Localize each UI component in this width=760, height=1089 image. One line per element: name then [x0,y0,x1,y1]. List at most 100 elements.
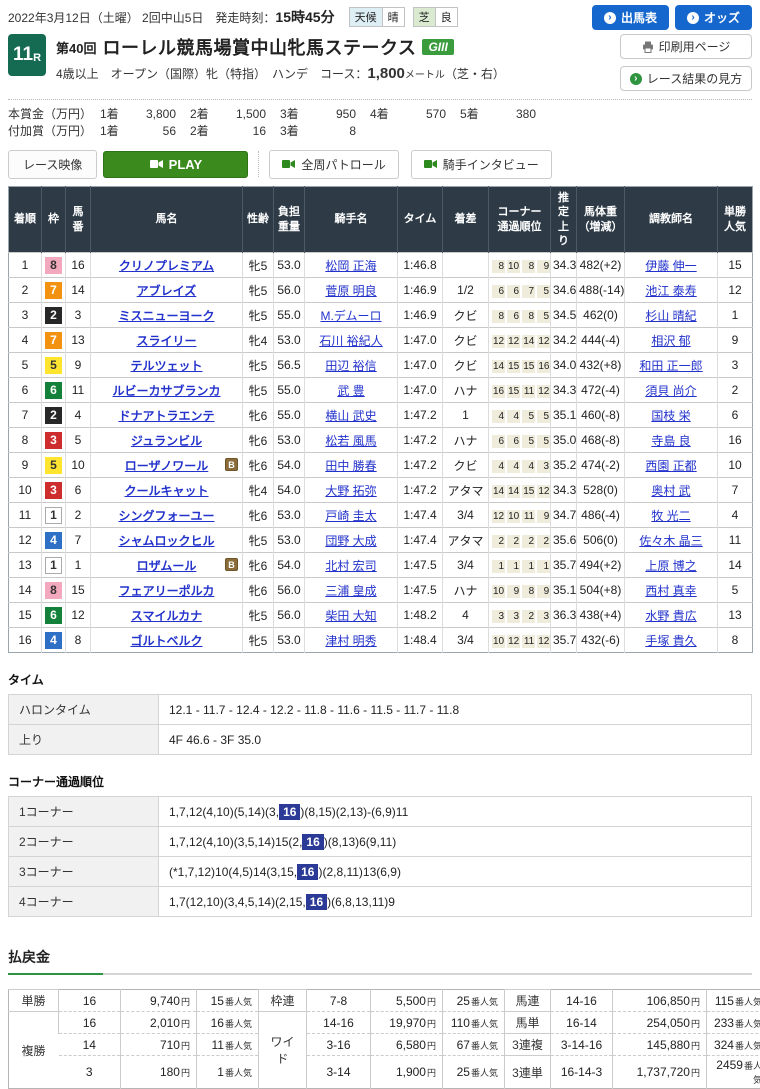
horse-name-link[interactable]: ミスニューヨーク [118,309,214,323]
horse-name-link[interactable]: ローザノワール [125,459,209,473]
jockey-link[interactable]: 田中 勝春 [325,459,376,473]
jockey-link[interactable]: 田辺 裕信 [325,359,376,373]
play-label: PLAY [169,157,202,172]
unit-suffix: 番人気 [735,1019,760,1029]
horse-number: 4 [66,403,91,428]
value: 1,900 [396,1065,426,1079]
horse-name-link[interactable]: スマイルカナ [131,609,202,623]
jockey-link[interactable]: 柴田 大知 [325,609,376,623]
bonus-prize-row: 付加賞（万円） 1着562着163着8 [8,123,752,140]
trainer-link[interactable]: 奥村 武 [651,484,690,498]
payout-popularity: 110番人気 [443,1012,505,1034]
jockey-link[interactable]: 津村 明秀 [325,634,376,648]
carried-weight: 56.0 [274,578,305,603]
horse-name-link[interactable]: ロザムール [137,559,197,573]
corner-position: 15 [507,360,520,373]
jockey-link[interactable]: 戸崎 圭太 [325,509,376,523]
jockey-link[interactable]: 松岡 正海 [325,259,376,273]
bet-type-label: 馬単 [505,1012,551,1034]
trainer-link[interactable]: 和田 正一郎 [639,359,702,373]
race-video-button[interactable]: レース映像 [8,150,97,179]
finish-time: 1:47.5 [398,553,443,578]
horse-name-link[interactable]: シングフォーユー [118,509,214,523]
trainer-link[interactable]: 水野 貴広 [645,609,696,623]
margin: ハナ [443,378,489,403]
jockey-cell: 田辺 裕信 [305,353,398,378]
horse-name-link[interactable]: ゴルトベルク [130,634,202,648]
horse-name-link[interactable]: クールキャット [124,484,208,498]
frame-badge: 1 [45,557,62,574]
payout-amount: 180円 [121,1056,197,1089]
trainer-link[interactable]: 手塚 貴久 [645,634,696,648]
print-page-button[interactable]: 印刷用ページ [620,34,752,59]
corner-positions: 10121112 [489,628,551,653]
horse-name-link[interactable]: クリノプレミアム [119,259,214,273]
payout-popularity: 11番人気 [197,1034,259,1056]
trainer-link[interactable]: 相沢 郁 [651,334,690,348]
horse-name-link[interactable]: アブレイズ [137,284,197,298]
jockey-link[interactable]: 松若 風馬 [325,434,376,448]
corner-row-value: (*1,7,12)10(4,5)14(3,15,16)(2,8,11)13(6,… [159,857,752,887]
value: 5,500 [396,994,426,1008]
trainer-link[interactable]: 上原 博之 [645,559,696,573]
trainer-link[interactable]: 国枝 栄 [651,409,690,423]
trainer-link[interactable]: 寺島 良 [651,434,690,448]
horse-name-link[interactable]: テルツェット [130,359,202,373]
odds-button[interactable]: › オッズ [675,5,752,30]
trainer-link[interactable]: 伊藤 伸一 [645,259,696,273]
trainer-link[interactable]: 須貝 尚介 [645,384,696,398]
patrol-video-button[interactable]: 全周パトロール [269,150,398,179]
value: 180 [160,1065,180,1079]
horse-name-link[interactable]: スライリー [136,334,196,348]
race-result-page: 2022年3月12日（土曜） 2回中山5日 発走時刻： 15時45分 天候 晴 … [0,0,760,1089]
jockey-link[interactable]: 武 豊 [337,384,364,398]
trainer-link[interactable]: 牧 光二 [651,509,690,523]
corner-position: 11 [522,510,535,523]
frame-badge: 5 [45,357,62,374]
horse-name-link[interactable]: フェアリーポルカ [119,584,215,598]
margin: クビ [443,303,489,328]
horse-name-link[interactable]: ジュランビル [131,434,202,448]
jockey-link[interactable]: 横山 武史 [325,409,376,423]
margin: 3/4 [443,553,489,578]
bet-combination: 7-8 [307,990,371,1012]
bet-combination: 14-16 [307,1012,371,1034]
corner-position: 8 [492,260,505,273]
frame-cell: 6 [42,603,66,628]
trainer-link[interactable]: 池江 泰寿 [645,284,696,298]
horse-number: 11 [66,378,91,403]
trainer-link[interactable]: 杉山 晴紀 [645,309,696,323]
trainer-link[interactable]: 西園 正都 [645,459,696,473]
trainer-link[interactable]: 佐々木 晶三 [639,534,702,548]
jockey-link[interactable]: M.デムーロ [320,309,381,323]
finish-position: 7 [9,403,42,428]
horse-weight: 494(+2) [577,553,625,578]
horse-weight: 488(-14) [577,278,625,303]
corner-position: 6 [492,285,505,298]
jockey-link[interactable]: 菅原 明良 [325,284,376,298]
course-note: （芝・右） [445,67,505,81]
frame-cell: 3 [42,428,66,453]
jockey-interview-button[interactable]: 騎手インタビュー [411,150,552,179]
horse-name-link[interactable]: ドナアトラエンテ [118,409,214,423]
jockey-cell: 三浦 皇成 [305,578,398,603]
jockey-link[interactable]: 石川 裕紀人 [319,334,382,348]
horse-name-link[interactable]: シャムロックヒル [118,534,214,548]
jockey-cell: 横山 武史 [305,403,398,428]
value: 254,050 [647,1016,690,1030]
finish-position: 4 [9,328,42,353]
jockey-link[interactable]: 三浦 皇成 [325,584,376,598]
win-popularity: 11 [718,528,753,553]
jockey-link[interactable]: 北村 宏司 [325,559,376,573]
last-3f: 35.1 [551,403,577,428]
corner-position: 9 [537,510,550,523]
entry-table-button[interactable]: › 出馬表 [592,5,669,30]
corner-row-value: 1,7,12(4,10)(5,14)(3,16)(8,15)(2,13)-(6,… [159,797,752,827]
jockey-link[interactable]: 大野 拓弥 [325,484,376,498]
trainer-link[interactable]: 西村 真幸 [645,584,696,598]
result-guide-button[interactable]: › レース結果の見方 [620,66,752,91]
play-button[interactable]: PLAY [103,151,248,178]
horse-name-cell: スライリー [91,328,243,353]
jockey-link[interactable]: 団野 大成 [325,534,376,548]
horse-name-link[interactable]: ルビーカサブランカ [112,384,220,398]
